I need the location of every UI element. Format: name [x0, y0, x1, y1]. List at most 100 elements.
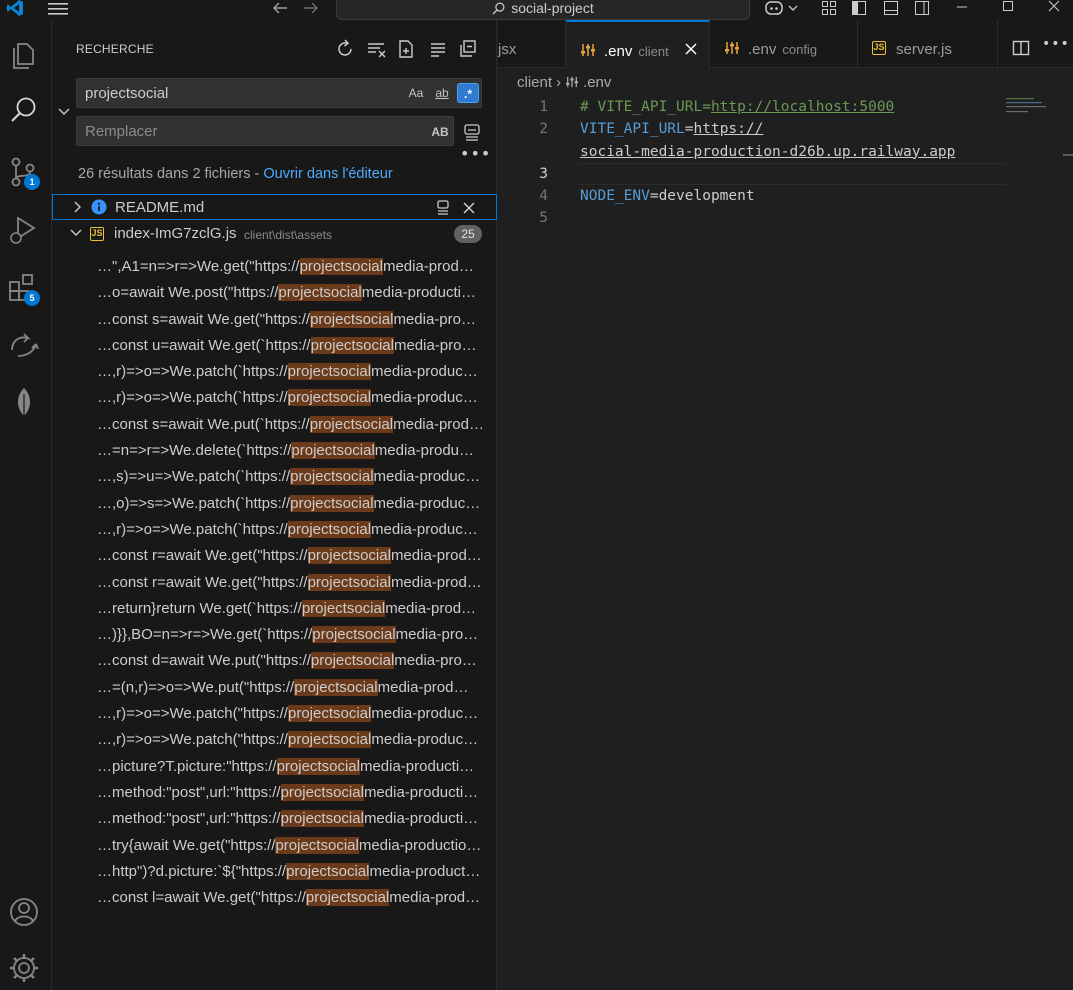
forward-arrow-icon[interactable] [302, 0, 320, 16]
search-result-row[interactable]: …,r)=>o=>We.patch("https://projectsocial… [52, 701, 496, 727]
toggle-secondary-sidebar-icon[interactable] [914, 0, 930, 16]
customize-layout-icon[interactable] [821, 0, 837, 16]
breadcrumb-file[interactable]: .env [583, 74, 611, 91]
chevron-right-icon[interactable] [71, 199, 83, 215]
dismiss-icon[interactable] [459, 198, 479, 218]
result-prefix: …return}return We.get(`https:// [97, 599, 302, 617]
code-editor[interactable]: 1 # VITE_API_URL=http://localhost:5000 2… [498, 96, 1073, 230]
result-match-highlight: projectsocial [275, 836, 359, 854]
activity-mongodb[interactable] [0, 378, 48, 426]
match-case-toggle[interactable]: Aa [407, 83, 425, 103]
search-result-row[interactable]: …method:"post",url:"https://projectsocia… [52, 806, 496, 832]
file-result-readme[interactable]: README.md [52, 194, 497, 220]
search-result-row[interactable]: …const r=await We.get("https://projectso… [52, 543, 496, 569]
toggle-primary-sidebar-icon[interactable] [851, 0, 867, 16]
activity-accounts[interactable] [0, 888, 48, 936]
env-value[interactable]: https:// [694, 121, 764, 137]
tab-jsx[interactable]: jsx [496, 20, 566, 68]
search-result-row[interactable]: …picture?T.picture:"https://projectsocia… [52, 754, 496, 780]
copilot-icon[interactable] [764, 0, 800, 16]
file-result-index[interactable]: JS index-ImG7zclG.js client\dist\assets … [52, 221, 497, 247]
tab-env-config[interactable]: .env config [710, 20, 858, 68]
activity-extensions[interactable]: 5 [0, 264, 48, 312]
code-line: 2 VITE_API_URL=https:// [498, 118, 1073, 140]
search-result-row[interactable]: …",A1=n=>r=>We.get("https://projectsocia… [52, 254, 496, 280]
search-result-row[interactable]: …)}},BO=n=>r=>We.get(`https://projectsoc… [52, 622, 496, 648]
search-result-row[interactable]: …o=await We.post("https://projectsocialm… [52, 280, 496, 306]
result-match-highlight: projectsocial [287, 520, 372, 538]
replace-in-file-icon[interactable] [433, 198, 453, 218]
activity-search[interactable] [0, 86, 48, 134]
whole-word-toggle[interactable]: ab [431, 83, 453, 103]
search-result-row[interactable]: …=(n,r)=>o=>We.put("https://projectsocia… [52, 675, 496, 701]
breadcrumb-folder[interactable]: client [517, 74, 552, 91]
search-result-row[interactable]: …const u=await We.get(`https://projectso… [52, 333, 496, 359]
scrollbar-marker[interactable] [1063, 154, 1073, 156]
search-result-row[interactable]: …const s=await We.get("https://projectso… [52, 307, 496, 333]
result-match-highlight: projectsocial [287, 363, 372, 381]
preserve-case-toggle[interactable]: AB [429, 122, 451, 142]
activity-run-debug[interactable] [0, 206, 48, 254]
comment-link[interactable]: http://localhost:5000 [711, 99, 894, 115]
search-result-row[interactable]: …,r)=>o=>We.patch("https://projectsocial… [52, 727, 496, 753]
search-result-row[interactable]: …const l=await We.get("https://projectso… [52, 885, 496, 911]
replace-input[interactable]: Remplacer AB [76, 116, 454, 146]
command-center-search[interactable]: social-project [336, 0, 750, 20]
result-prefix: …const r=await We.get("https:// [97, 547, 308, 565]
tab-label: .env [604, 43, 633, 60]
minimize-icon[interactable] [955, 0, 969, 14]
more-options-icon[interactable]: ••• [460, 144, 491, 163]
chevron-right-icon: › [556, 74, 562, 91]
search-result-row[interactable]: …method:"post",url:"https://projectsocia… [52, 780, 496, 806]
search-result-row[interactable]: …try{await We.get("https://projectsocial… [52, 833, 496, 859]
file-name: README.md [115, 199, 205, 216]
search-result-row[interactable]: …const r=await We.get("https://projectso… [52, 570, 496, 596]
menu-icon[interactable] [48, 2, 68, 16]
env-value-continued[interactable]: social-media-production-d26b.up.railway.… [580, 141, 955, 163]
result-prefix: …method:"post",url:"https:// [97, 783, 281, 801]
activity-explorer[interactable] [0, 30, 48, 78]
collapse-all-icon[interactable] [457, 38, 479, 60]
back-arrow-icon[interactable] [271, 0, 289, 16]
search-result-row[interactable]: …,r)=>o=>We.patch(`https://projectsocial… [52, 517, 496, 543]
close-icon[interactable] [1047, 0, 1061, 14]
search-input[interactable]: projectsocial Aa ab .* [76, 78, 482, 108]
clear-results-icon[interactable] [365, 38, 387, 60]
search-result-row[interactable]: …const d=await We.put("https://projectso… [52, 648, 496, 674]
close-tab-icon[interactable] [684, 42, 698, 56]
refresh-icon[interactable] [334, 38, 356, 60]
more-actions-icon[interactable]: ••• [1042, 36, 1070, 52]
result-suffix: media-produc… [371, 731, 479, 749]
search-result-row[interactable]: …,o)=>s=>We.patch(`https://projectsocial… [52, 491, 496, 517]
open-in-editor-link[interactable]: Ouvrir dans l'éditeur [263, 166, 392, 182]
search-result-row[interactable]: …const s=await We.put(`https://projectso… [52, 412, 496, 438]
result-suffix: media-producti… [363, 810, 479, 828]
result-prefix: …const r=await We.get("https:// [97, 573, 308, 591]
search-result-row[interactable]: …,r)=>o=>We.patch(`https://projectsocial… [52, 385, 496, 411]
maximize-icon[interactable] [1001, 0, 1015, 14]
tab-env-client[interactable]: .env client [566, 20, 710, 69]
activity-remote[interactable] [0, 320, 48, 368]
search-result-row[interactable]: …return}return We.get(`https://projectso… [52, 596, 496, 622]
result-match-highlight: projectsocial [291, 442, 375, 460]
regex-toggle[interactable]: .* [457, 83, 479, 103]
tab-server-js[interactable]: JS server.js [858, 20, 998, 68]
source-control-badge: 1 [24, 174, 40, 190]
search-result-row[interactable]: …,s)=>u=>We.patch(`https://projectsocial… [52, 464, 496, 490]
split-editor-icon[interactable] [1012, 40, 1030, 56]
toggle-panel-icon[interactable] [883, 0, 899, 16]
env-equals: = [649, 188, 659, 205]
search-result-row[interactable]: …http")?d.picture:`${"https://projectsoc… [52, 859, 496, 885]
activity-manage[interactable] [0, 944, 48, 990]
search-result-row[interactable]: …=n=>r=>We.delete(`https://projectsocial… [52, 438, 496, 464]
toggle-replace-chevron-icon[interactable] [56, 104, 72, 120]
replace-all-icon[interactable] [462, 122, 482, 142]
view-as-tree-icon[interactable] [427, 38, 449, 60]
activity-source-control[interactable]: 1 [0, 148, 48, 196]
search-result-row[interactable]: …,r)=>o=>We.patch(`https://projectsocial… [52, 359, 496, 385]
chevron-down-icon[interactable] [70, 225, 82, 241]
new-search-editor-icon[interactable] [395, 38, 417, 60]
result-suffix: media-produc… [371, 363, 478, 381]
minimap[interactable] [1006, 96, 1066, 136]
leaf-icon [18, 388, 30, 416]
